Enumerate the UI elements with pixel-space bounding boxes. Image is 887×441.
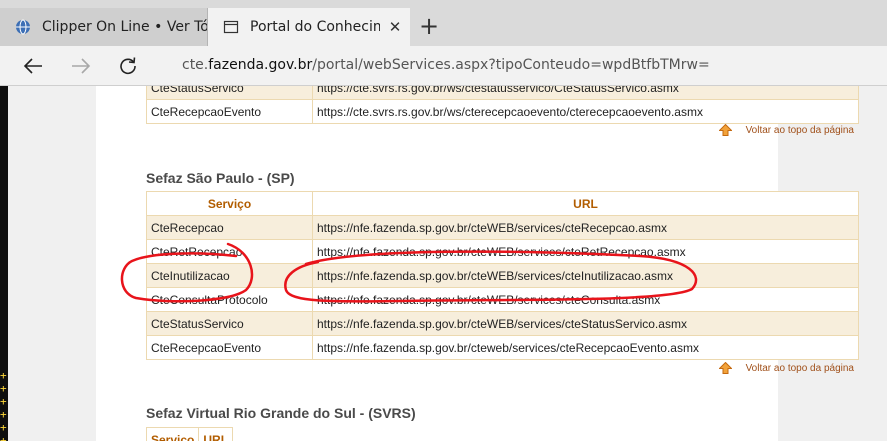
back-button[interactable] xyxy=(16,50,50,82)
side-glyph: + xyxy=(0,395,7,408)
svrs-services-table: Serviço URL xyxy=(145,427,234,441)
table-row: CteRetRecepcao https://nfe.fazenda.sp.go… xyxy=(146,239,859,264)
service-cell: CteRecepcao xyxy=(146,215,313,240)
table-header-row: Serviço URL xyxy=(146,191,859,216)
forward-button[interactable] xyxy=(64,50,98,82)
table-row: CteStatusServico https://cte.svrs.rs.gov… xyxy=(146,86,859,100)
service-cell: CteInutilizacao xyxy=(146,263,313,288)
table-row: CteInutilizacao https://nfe.fazenda.sp.g… xyxy=(146,263,859,288)
section-title-svrs: Sefaz Virtual Rio Grande do Sul - (SVRS) xyxy=(146,405,416,421)
url-cell: https://cte.svrs.rs.gov.br/ws/cterecepca… xyxy=(312,99,859,124)
back-to-top-label: Voltar ao topo da página xyxy=(745,124,854,136)
refresh-button[interactable] xyxy=(111,50,145,82)
service-cell: CteRecepcaoEvento xyxy=(146,335,313,360)
table-row: CteConsultaProtocolo https://nfe.fazenda… xyxy=(146,287,859,312)
table-row: CteRecepcaoEvento https://nfe.fazenda.sp… xyxy=(146,335,859,360)
table-row: CteStatusServico https://nfe.fazenda.sp.… xyxy=(146,311,859,336)
url-prefix: cte. xyxy=(182,57,209,73)
tab-bar: Clipper On Line • Ver Tópico Portal do C… xyxy=(0,0,887,46)
page-tab-icon xyxy=(222,18,240,36)
url-path: /portal/webServices.aspx?tipoConteudo=wp… xyxy=(312,57,710,73)
background-window-strip: + + + + + + xyxy=(0,86,8,441)
column-header-service: Serviço xyxy=(145,427,200,441)
side-glyph: + xyxy=(0,421,7,434)
service-cell: CteStatusServico xyxy=(146,86,313,100)
service-cell: CteStatusServico xyxy=(146,311,313,336)
service-cell: CteConsultaProtocolo xyxy=(146,287,313,312)
back-to-top-label: Voltar ao topo da página xyxy=(745,362,854,374)
url-cell: https://nfe.fazenda.sp.gov.br/cteWEB/ser… xyxy=(312,215,859,240)
url-cell: https://nfe.fazenda.sp.gov.br/cteweb/ser… xyxy=(312,335,859,360)
up-arrow-icon xyxy=(718,362,732,374)
column-header-url: URL xyxy=(198,427,234,441)
back-to-top-link[interactable]: Voltar ao topo da página xyxy=(718,362,854,374)
forward-arrow-icon xyxy=(72,58,91,74)
up-arrow-icon xyxy=(718,124,732,136)
table-header-row: Serviço URL xyxy=(145,427,234,441)
new-tab-button[interactable]: + xyxy=(412,8,446,46)
url-cell: https://cte.svrs.rs.gov.br/ws/ctestatuss… xyxy=(312,86,859,100)
tab-label: Portal do Conhecimento xyxy=(250,19,380,35)
table-row: CteRecepcaoEvento https://cte.svrs.rs.go… xyxy=(146,99,859,124)
back-to-top-link[interactable]: Voltar ao topo da página xyxy=(718,124,854,136)
url-cell: https://nfe.fazenda.sp.gov.br/cteWEB/ser… xyxy=(312,287,859,312)
tab-clipper[interactable]: Clipper On Line • Ver Tópico xyxy=(0,8,208,46)
tab-portal[interactable]: Portal do Conhecimento ✕ xyxy=(208,8,410,46)
section-title-sp: Sefaz São Paulo - (SP) xyxy=(146,170,295,186)
table-row: CteRecepcao https://nfe.fazenda.sp.gov.b… xyxy=(146,215,859,240)
column-header-service: Serviço xyxy=(146,191,313,216)
url-host: fazenda.gov.br xyxy=(208,57,313,73)
service-cell: CteRecepcaoEvento xyxy=(146,99,313,124)
back-arrow-icon xyxy=(23,58,42,74)
tab-label: Clipper On Line • Ver Tópico xyxy=(42,19,207,35)
refresh-icon xyxy=(120,57,136,75)
url-cell: https://nfe.fazenda.sp.gov.br/cteWEB/ser… xyxy=(312,311,859,336)
url-cell: https://nfe.fazenda.sp.gov.br/cteWEB/ser… xyxy=(312,239,859,264)
side-glyph: + xyxy=(0,382,7,395)
service-cell: CteRetRecepcao xyxy=(146,239,313,264)
close-tab-icon[interactable]: ✕ xyxy=(380,18,410,36)
side-glyph: + xyxy=(0,408,7,421)
site-favicon-icon xyxy=(14,18,32,36)
side-glyph: + xyxy=(0,434,7,441)
nav-bar: cte.fazenda.gov.br/portal/webServices.as… xyxy=(0,46,887,86)
page-viewport: CteStatusServico https://cte.svrs.rs.gov… xyxy=(8,86,887,441)
side-glyph: + xyxy=(0,369,7,382)
sp-services-table: Serviço URL CteRecepcao https://nfe.faze… xyxy=(146,191,859,360)
column-header-url: URL xyxy=(312,191,859,216)
rs-services-table: CteStatusServico https://cte.svrs.rs.gov… xyxy=(146,86,859,124)
address-bar[interactable]: cte.fazenda.gov.br/portal/webServices.as… xyxy=(182,57,710,73)
url-cell: https://nfe.fazenda.sp.gov.br/cteWEB/ser… xyxy=(312,263,859,288)
